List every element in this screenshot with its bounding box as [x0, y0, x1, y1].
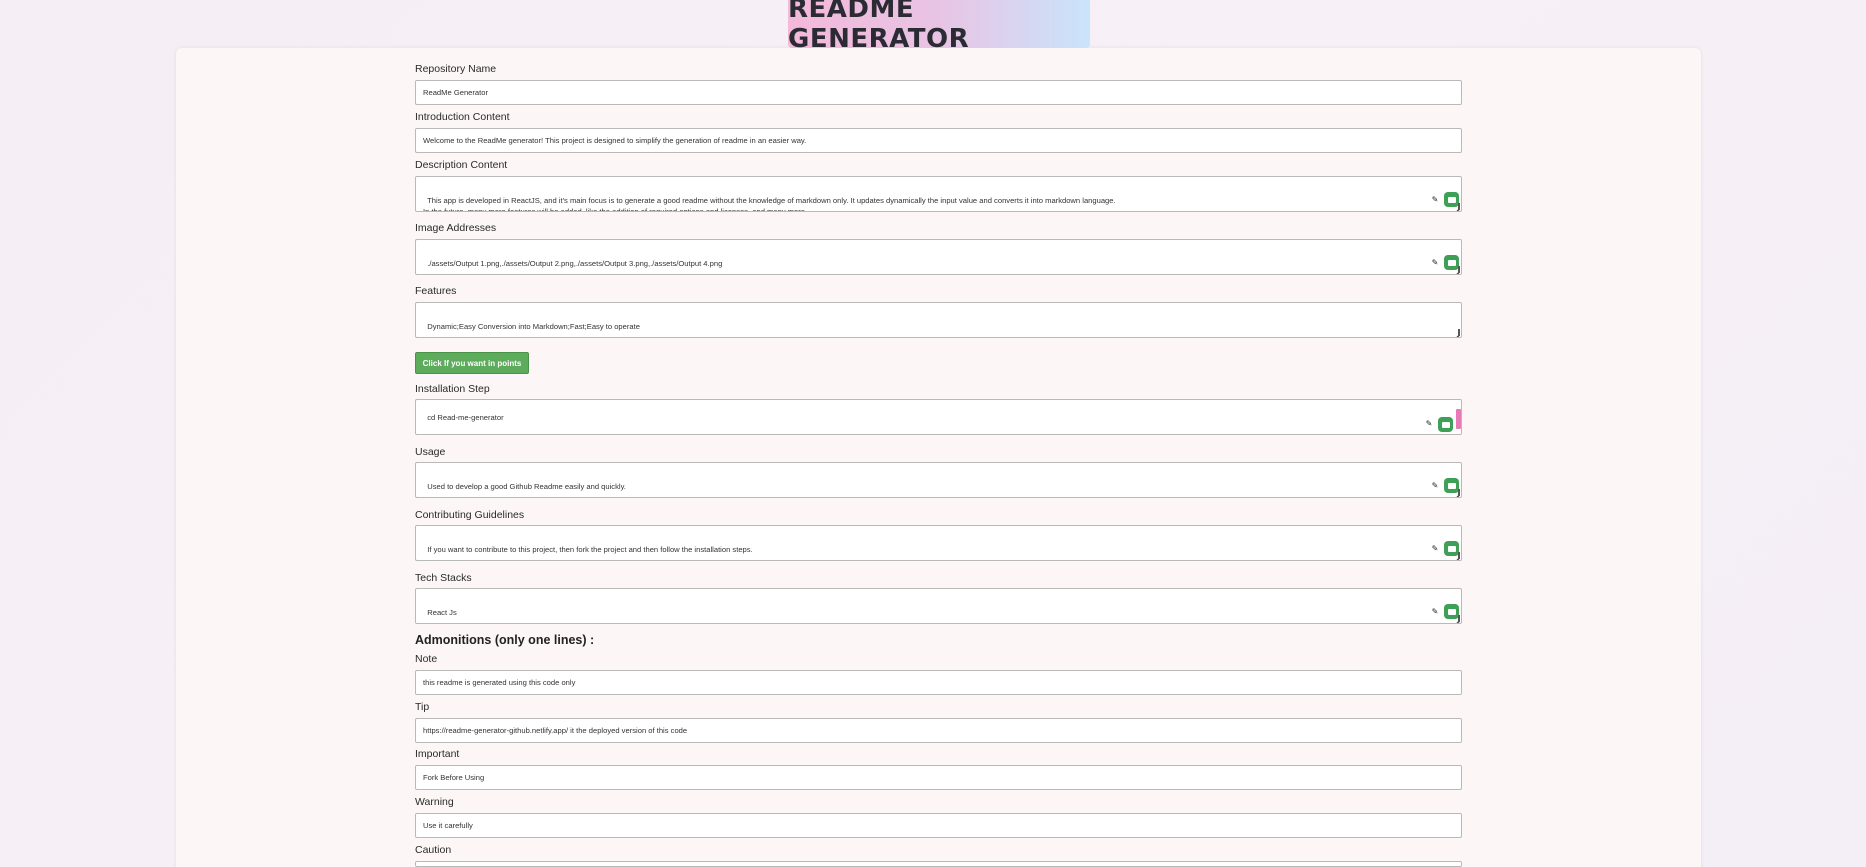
intro-input[interactable]: Welcome to the ReadMe generator! This pr… — [415, 128, 1462, 153]
features-textarea[interactable]: Dynamic;Easy Conversion into Markdown;Fa… — [415, 302, 1462, 338]
usage-textarea[interactable]: Used to develop a good Github Readme eas… — [415, 462, 1462, 498]
caution-input[interactable] — [415, 861, 1462, 867]
warning-label: Warning — [415, 796, 454, 808]
images-text: ./assets/Output 1.png,./assets/Output 2.… — [427, 259, 723, 268]
pen-icon[interactable]: ✎ — [1429, 256, 1441, 269]
warning-input[interactable]: Use it carefully — [415, 813, 1462, 838]
note-label: Note — [415, 653, 438, 665]
tech-textarea[interactable]: React Js ✎ — [415, 588, 1462, 624]
tip-label: Tip — [415, 701, 430, 713]
resize-handle-icon[interactable] — [1453, 203, 1460, 210]
admonitions-heading: Admonitions (only one lines) : — [415, 633, 595, 647]
tip-input[interactable]: https://readme-generator-github.netlify.… — [415, 718, 1462, 743]
images-label: Image Addresses — [415, 222, 497, 234]
installation-text: cd Read-me-generator replace vite src wi… — [423, 412, 542, 435]
pen-icon[interactable]: ✎ — [1429, 542, 1441, 555]
description-textarea[interactable]: This app is developed in ReactJS, and it… — [415, 176, 1462, 212]
resize-handle-icon[interactable] — [1453, 266, 1460, 273]
tech-text: React Js — [427, 608, 457, 617]
ai-generate-icon[interactable] — [1438, 417, 1453, 432]
resize-handle-icon[interactable] — [1453, 329, 1460, 336]
pen-icon[interactable]: ✎ — [1429, 193, 1441, 206]
pen-icon[interactable]: ✎ — [1423, 418, 1435, 431]
app-title: README GENERATOR — [788, 0, 970, 54]
intro-label: Introduction Content — [415, 111, 510, 123]
features-text: Dynamic;Easy Conversion into Markdown;Fa… — [427, 322, 640, 331]
images-textarea[interactable]: ./assets/Output 1.png,./assets/Output 2.… — [415, 239, 1462, 275]
pen-icon[interactable]: ✎ — [1429, 479, 1441, 492]
description-label: Description Content — [415, 159, 508, 171]
usage-label: Usage — [415, 446, 446, 458]
points-button[interactable]: Click If you want in points — [415, 352, 529, 374]
contributing-textarea[interactable]: If you want to contribute to this projec… — [415, 525, 1462, 561]
note-input[interactable]: this readme is generated using this code… — [415, 670, 1462, 695]
resize-handle-icon[interactable] — [1453, 615, 1460, 622]
important-input[interactable]: Fork Before Using — [415, 765, 1462, 790]
pen-icon[interactable]: ✎ — [1429, 605, 1441, 618]
resize-handle-icon[interactable] — [1453, 489, 1460, 496]
form-card — [176, 48, 1701, 867]
description-text: This app is developed in ReactJS, and it… — [423, 196, 1116, 212]
contributing-label: Contributing Guidelines — [415, 509, 525, 521]
installation-textarea[interactable]: cd Read-me-generator replace vite src wi… — [415, 399, 1462, 435]
usage-text: Used to develop a good Github Readme eas… — [427, 482, 626, 491]
repo-name-label: Repository Name — [415, 63, 497, 75]
caution-label: Caution — [415, 844, 452, 856]
repo-name-input[interactable]: ReadMe Generator — [415, 80, 1462, 105]
scrollbar-thumb[interactable] — [1456, 409, 1461, 429]
important-label: Important — [415, 748, 460, 760]
resize-handle-icon[interactable] — [1453, 552, 1460, 559]
app-title-banner: README GENERATOR — [788, 0, 1090, 54]
installation-label: Installation Step — [415, 383, 490, 395]
contributing-text: If you want to contribute to this projec… — [427, 545, 753, 554]
tech-label: Tech Stacks — [415, 572, 472, 584]
features-label: Features — [415, 285, 457, 297]
